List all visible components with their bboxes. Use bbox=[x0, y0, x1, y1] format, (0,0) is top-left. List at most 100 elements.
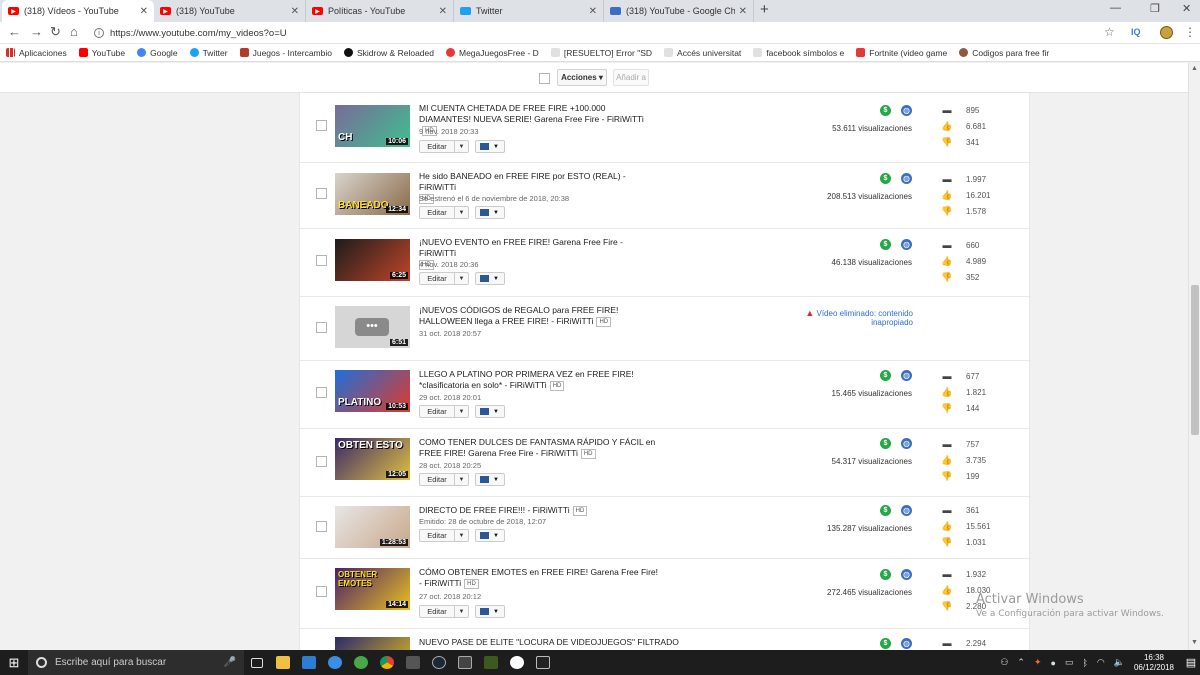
restore-icon[interactable]: ❐ bbox=[1150, 2, 1160, 15]
visibility-select[interactable]: ▼ bbox=[475, 405, 505, 418]
video-title[interactable]: COMO TENER DULCES DE FANTASMA RÁPIDO Y F… bbox=[419, 437, 659, 459]
edit-button[interactable]: Editar ▼ bbox=[419, 140, 469, 153]
reload-icon[interactable]: ↻ bbox=[50, 24, 61, 40]
video-thumbnail[interactable]: 6:25 bbox=[335, 239, 410, 281]
close-icon[interactable]: ✕ bbox=[140, 6, 148, 17]
bookmark-acces[interactable]: Accés universitat bbox=[664, 48, 741, 58]
edit-button[interactable]: Editar ▼ bbox=[419, 473, 469, 486]
video-thumbnail[interactable]: CH 10:06 bbox=[335, 105, 410, 147]
info-icon[interactable]: i bbox=[94, 28, 104, 38]
row-checkbox[interactable] bbox=[316, 322, 327, 333]
file-explorer-icon[interactable] bbox=[270, 650, 296, 675]
bookmark-facebook[interactable]: facebook símbolos e bbox=[753, 48, 844, 58]
network-icon[interactable]: ▭ bbox=[1065, 657, 1074, 668]
taskbar-clock[interactable]: 16:38 06/12/2018 bbox=[1134, 653, 1174, 673]
public-globe-icon[interactable]: ◍ bbox=[901, 239, 912, 250]
close-icon[interactable]: ✕ bbox=[291, 6, 299, 17]
epic-games-icon[interactable] bbox=[530, 650, 556, 675]
close-icon[interactable]: ✕ bbox=[739, 6, 747, 17]
vpn-icon[interactable] bbox=[504, 650, 530, 675]
caret-down-icon[interactable]: ▼ bbox=[455, 210, 468, 216]
monetization-icon[interactable]: $ bbox=[880, 438, 891, 449]
volume-icon[interactable]: 🔈 bbox=[1114, 657, 1125, 668]
tab-chrome[interactable]: (318) YouTube - Google Chrome ✕ bbox=[604, 0, 754, 22]
tab-twitter[interactable]: Twitter ✕ bbox=[454, 0, 604, 22]
windows-start-icon[interactable]: ⊞ bbox=[0, 650, 28, 675]
scroll-down-icon[interactable]: ▼ bbox=[1191, 639, 1198, 646]
caret-down-icon[interactable]: ▼ bbox=[455, 609, 468, 615]
bookmark-twitter[interactable]: Twitter bbox=[189, 48, 228, 58]
edit-button[interactable]: Editar ▼ bbox=[419, 272, 469, 285]
video-thumbnail[interactable] bbox=[335, 637, 410, 650]
tab-videos[interactable]: ▶ (318) Vídeos - YouTube ✕ bbox=[2, 0, 154, 22]
home-icon[interactable]: ⌂ bbox=[70, 24, 78, 39]
shield-icon[interactable] bbox=[452, 650, 478, 675]
edge-icon[interactable] bbox=[322, 650, 348, 675]
video-title[interactable]: CÓMO OBTENER EMOTES en FREE FIRE! Garena… bbox=[419, 567, 659, 589]
caret-down-icon[interactable]: ▼ bbox=[455, 477, 468, 483]
microphone-icon[interactable]: 🎤 bbox=[224, 657, 236, 668]
edit-button[interactable]: Editar ▼ bbox=[419, 605, 469, 618]
bookmark-resuelto[interactable]: [RESUELTO] Error "SD bbox=[550, 48, 652, 58]
video-thumbnail[interactable]: OBTENER EMOTES 14:14 bbox=[335, 568, 410, 610]
video-title[interactable]: LLEGO A PLATINO POR PRIMERA VEZ en FREE … bbox=[419, 369, 659, 391]
public-globe-icon[interactable]: ◍ bbox=[901, 105, 912, 116]
bookmark-codigos[interactable]: Codigos para free fir bbox=[959, 48, 1049, 58]
scrollbar-thumb[interactable] bbox=[1191, 285, 1199, 435]
visibility-select[interactable]: ▼ bbox=[475, 140, 505, 153]
row-checkbox[interactable] bbox=[316, 255, 327, 266]
video-thumbnail[interactable]: BANEADO 12:34 bbox=[335, 173, 410, 215]
row-checkbox[interactable] bbox=[316, 586, 327, 597]
caret-down-icon[interactable]: ▼ bbox=[455, 276, 468, 282]
back-arrow-icon[interactable]: ← bbox=[8, 24, 21, 39]
close-icon[interactable]: ✕ bbox=[589, 6, 597, 17]
steam-tray-icon[interactable]: ● bbox=[1051, 658, 1056, 668]
chrome-icon[interactable] bbox=[374, 650, 400, 675]
caret-down-icon[interactable]: ▼ bbox=[455, 533, 468, 539]
close-icon[interactable]: ✕ bbox=[439, 6, 447, 17]
row-checkbox[interactable] bbox=[316, 521, 327, 532]
video-title[interactable]: NUEVO PASE DE ELITE "LOCURA DE VIDEOJUEG… bbox=[419, 637, 679, 648]
bluetooth-icon[interactable]: ᛒ bbox=[1082, 658, 1087, 668]
select-all-checkbox[interactable] bbox=[539, 73, 550, 84]
minimize-icon[interactable]: — bbox=[1110, 2, 1121, 14]
public-globe-icon[interactable]: ◍ bbox=[901, 173, 912, 184]
public-globe-icon[interactable]: ◍ bbox=[901, 370, 912, 381]
video-thumbnail[interactable]: OBTEN ESTO 12:05 bbox=[335, 438, 410, 480]
caret-down-icon[interactable]: ▼ bbox=[455, 409, 468, 415]
monetization-icon[interactable]: $ bbox=[880, 638, 891, 649]
tray-app-icon[interactable]: ✦ bbox=[1034, 657, 1042, 668]
scroll-up-icon[interactable]: ▲ bbox=[1191, 65, 1198, 72]
game-launcher-icon[interactable] bbox=[478, 650, 504, 675]
row-checkbox[interactable] bbox=[316, 188, 327, 199]
public-globe-icon[interactable]: ◍ bbox=[901, 438, 912, 449]
video-title[interactable]: DIRECTO DE FREE FIRE!!! - FiRiWiTTi HD bbox=[419, 505, 659, 516]
anadir-a-button[interactable]: Añadir a bbox=[613, 69, 649, 86]
visibility-select[interactable]: ▼ bbox=[475, 206, 505, 219]
bookmark-google[interactable]: Google bbox=[137, 48, 178, 58]
row-checkbox[interactable] bbox=[316, 456, 327, 467]
bookmark-youtube[interactable]: YouTube bbox=[78, 48, 125, 58]
acciones-dropdown[interactable]: Acciones ▾ bbox=[557, 69, 607, 86]
close-window-icon[interactable]: ✕ bbox=[1182, 2, 1191, 15]
visibility-select[interactable]: ▼ bbox=[475, 272, 505, 285]
monetization-icon[interactable]: $ bbox=[880, 505, 891, 516]
visibility-select[interactable]: ▼ bbox=[475, 529, 505, 542]
task-view-icon[interactable] bbox=[244, 650, 270, 675]
monetization-icon[interactable]: $ bbox=[880, 239, 891, 250]
bookmark-star-icon[interactable]: ☆ bbox=[1104, 25, 1115, 39]
address-bar[interactable]: i https://www.youtube.com/my_videos?o=U bbox=[94, 24, 1124, 42]
monetization-icon[interactable]: $ bbox=[880, 173, 891, 184]
wifi-icon[interactable]: ◠ bbox=[1097, 657, 1105, 668]
bookmark-juegos[interactable]: Juegos - Intercambio bbox=[239, 48, 332, 58]
extension-iq-icon[interactable]: IQ bbox=[1131, 27, 1141, 37]
monetization-icon[interactable]: $ bbox=[880, 370, 891, 381]
show-hidden-icon[interactable]: ⌃ bbox=[1017, 657, 1025, 668]
bookmark-fortnite[interactable]: Fortnite (video game bbox=[856, 48, 947, 58]
video-thumbnail[interactable]: PLATINO 10:53 bbox=[335, 370, 410, 412]
visibility-select[interactable]: ▼ bbox=[475, 605, 505, 618]
public-globe-icon[interactable]: ◍ bbox=[901, 569, 912, 580]
video-title[interactable]: ¡NUEVOS CÓDIGOS de REGALO para FREE FIRE… bbox=[419, 305, 659, 327]
page-scrollbar[interactable]: ▲ ▼ bbox=[1188, 63, 1200, 650]
new-tab-button[interactable]: + bbox=[760, 1, 769, 18]
